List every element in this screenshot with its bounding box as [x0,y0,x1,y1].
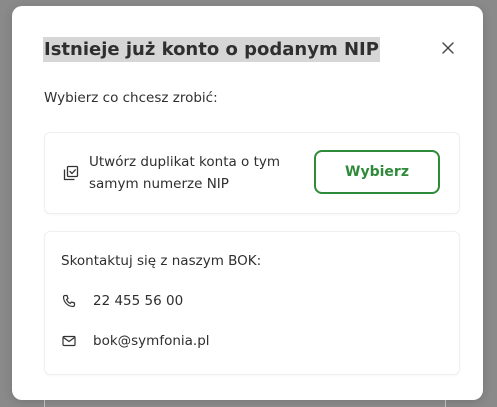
contact-support-card: Skontaktuj się z naszym BOK: 22 455 56 0… [44,231,460,375]
email-row: bok@symfonia.pl [61,331,210,351]
mail-icon [61,333,77,349]
email-address[interactable]: bok@symfonia.pl [93,333,210,349]
choose-button[interactable]: Wybierz [314,150,440,194]
duplicate-account-description: Utwórz duplikat konta o tym samym numerz… [89,154,281,192]
close-icon [442,42,454,54]
phone-icon [61,293,77,309]
duplicate-account-option: Utwórz duplikat konta o tym samym numerz… [44,132,460,214]
phone-row: 22 455 56 00 [61,291,183,311]
close-button[interactable] [438,38,458,58]
phone-number[interactable]: 22 455 56 00 [93,293,183,309]
duplicate-nip-dialog: Istnieje już konto o podanym NIP Wybierz… [12,6,483,400]
contact-title: Skontaktuj się z naszym BOK: [61,253,262,269]
dialog-title: Istnieje już konto o podanym NIP [43,37,380,62]
copy-check-icon [63,165,79,181]
dialog-subtitle: Wybierz co chcesz zrobić: [44,90,218,106]
